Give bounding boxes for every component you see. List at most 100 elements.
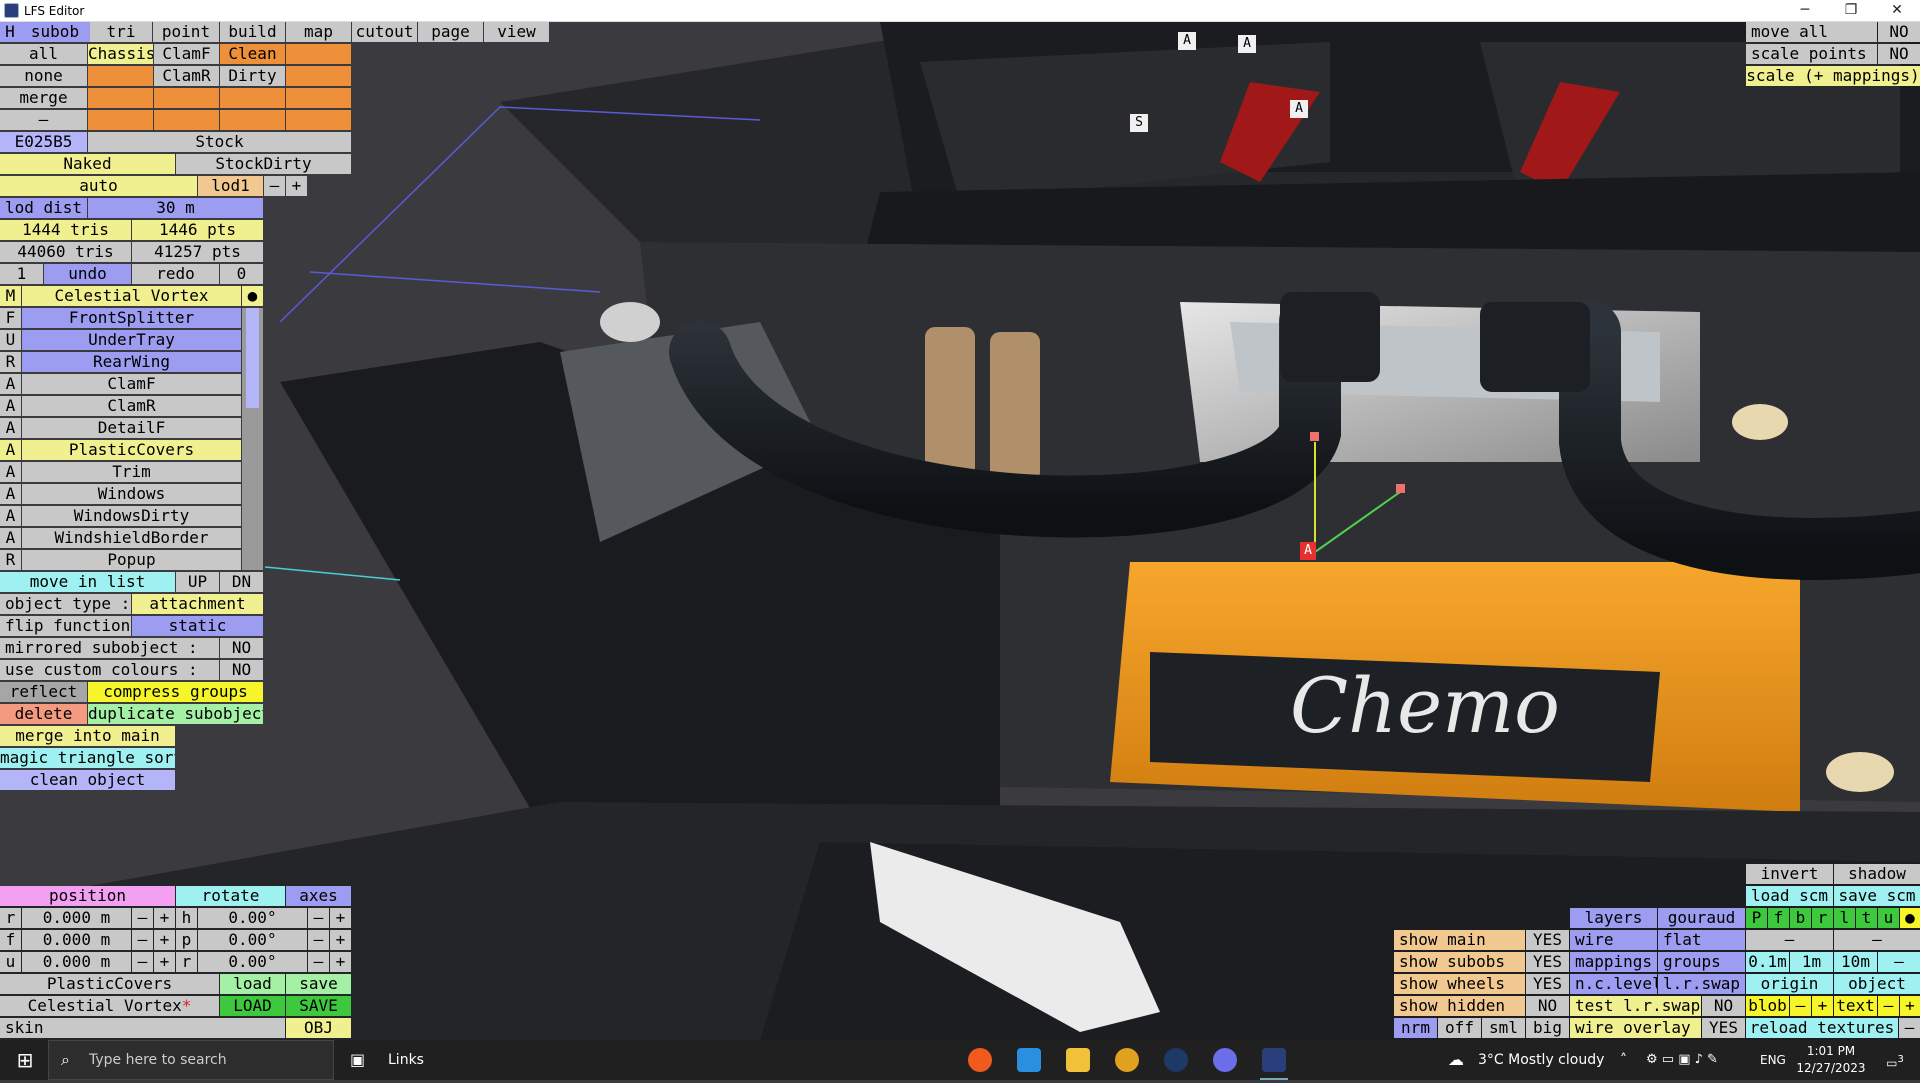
custom-colours-toggle[interactable]: NO	[220, 660, 263, 680]
list-item[interactable]: Trim	[22, 462, 241, 482]
magic-triangle-sort-button[interactable]: magic triangle sort	[0, 748, 175, 768]
rot-p-value[interactable]: 0.00°	[198, 930, 307, 950]
show-hidden-toggle[interactable]: NO	[1526, 996, 1569, 1016]
list-item[interactable]: WindshieldBorder	[22, 528, 241, 548]
blob-plus[interactable]: +	[1812, 996, 1833, 1016]
dirty-button[interactable]: Dirty	[220, 66, 285, 86]
color-slot[interactable]	[88, 110, 153, 130]
obj-export-button[interactable]: OBJ	[286, 1018, 351, 1038]
duplicate-subobject-button[interactable]: duplicate subobject	[88, 704, 263, 724]
list-item[interactable]: RearWing	[22, 352, 241, 372]
tab-build[interactable]: build	[220, 22, 285, 42]
list-item-selected[interactable]: PlasticCovers	[22, 440, 241, 460]
color-slot[interactable]	[286, 44, 351, 64]
clean-object-button[interactable]: clean object	[0, 770, 175, 790]
show-subobs-toggle[interactable]: YES	[1526, 952, 1569, 972]
show-main-toggle[interactable]: YES	[1526, 930, 1569, 950]
lod-minus-button[interactable]: –	[264, 176, 285, 196]
redo-button[interactable]: redo	[132, 264, 219, 284]
move-down-button[interactable]: DN	[220, 572, 263, 592]
blob-minus[interactable]: –	[1790, 996, 1811, 1016]
flat-button[interactable]: flat	[1658, 930, 1745, 950]
undo-button[interactable]: undo	[44, 264, 131, 284]
task-view-icon[interactable]: ▣	[350, 1040, 370, 1080]
save-object-button[interactable]: SAVE	[286, 996, 351, 1016]
rot-h-value[interactable]: 0.00°	[198, 908, 307, 928]
object-type-value[interactable]: attachment	[132, 594, 263, 614]
view-dot-icon[interactable]: ●	[1900, 908, 1920, 928]
select-all-button[interactable]: all	[0, 44, 87, 64]
mirrored-toggle[interactable]: NO	[220, 638, 263, 658]
wire-overlay-toggle[interactable]: YES	[1702, 1018, 1745, 1038]
step-10m[interactable]: 10m	[1834, 952, 1877, 972]
view-u[interactable]: u	[1878, 908, 1899, 928]
big-button[interactable]: big	[1526, 1018, 1569, 1038]
color-hex[interactable]: E025B5	[0, 132, 87, 152]
dash-button[interactable]: –	[1834, 930, 1920, 950]
merge-button[interactable]: merge	[0, 88, 87, 108]
tab-view[interactable]: view	[484, 22, 549, 42]
delete-button[interactable]: delete	[0, 704, 87, 724]
save-subobject-button[interactable]: save	[286, 974, 351, 994]
text-minus[interactable]: –	[1878, 996, 1899, 1016]
weather-text[interactable]: 3°C Mostly cloudy	[1478, 1040, 1604, 1080]
gouraud-button[interactable]: gouraud	[1658, 908, 1745, 928]
pos-u-minus[interactable]: –	[132, 952, 153, 972]
load-scm-button[interactable]: load scm	[1746, 886, 1833, 906]
rot-r-value[interactable]: 0.00°	[198, 952, 307, 972]
color-slot[interactable]	[88, 88, 153, 108]
file-explorer-icon[interactable]	[1066, 1048, 1090, 1072]
color-slot[interactable]	[154, 88, 219, 108]
marker-a[interactable]: A	[1290, 100, 1308, 118]
scrollbar-thumb[interactable]	[246, 308, 259, 408]
text-plus[interactable]: +	[1900, 996, 1920, 1016]
reload-dash[interactable]: –	[1899, 1018, 1920, 1038]
view-t[interactable]: t	[1856, 908, 1877, 928]
marker-s[interactable]: S	[1130, 114, 1148, 132]
color-slot[interactable]	[220, 110, 285, 130]
dash-button[interactable]: –	[1746, 930, 1833, 950]
rot-r-plus[interactable]: +	[330, 952, 351, 972]
close-button[interactable]: ✕	[1874, 0, 1920, 22]
lrswap-button[interactable]: l.r.swap	[1658, 974, 1745, 994]
lod-dist-value[interactable]: 30 m	[88, 198, 263, 218]
main-object-dot-icon[interactable]: ●	[242, 286, 263, 306]
view-f[interactable]: f	[1768, 908, 1789, 928]
notifications-icon[interactable]: ▭3	[1880, 1040, 1910, 1080]
origin-button[interactable]: origin	[1746, 974, 1833, 994]
chassis-button[interactable]: Chassis	[88, 44, 153, 64]
pos-f-plus[interactable]: +	[154, 930, 175, 950]
nclevel-button[interactable]: n.c.level	[1570, 974, 1657, 994]
color-slot[interactable]	[220, 88, 285, 108]
rot-p-plus[interactable]: +	[330, 930, 351, 950]
rot-r-minus[interactable]: –	[308, 952, 329, 972]
pos-f-value[interactable]: 0.000 m	[22, 930, 131, 950]
marker-a-selected[interactable]: A	[1300, 542, 1316, 560]
list-scrollbar[interactable]	[242, 308, 263, 570]
list-item[interactable]: UnderTray	[22, 330, 241, 350]
soundcloud-icon[interactable]	[968, 1048, 992, 1072]
list-item[interactable]: WindowsDirty	[22, 506, 241, 526]
dash-button[interactable]: –	[0, 110, 87, 130]
tab-subob[interactable]: subob	[20, 22, 90, 42]
off-button[interactable]: off	[1438, 1018, 1481, 1038]
color-slot[interactable]	[154, 110, 219, 130]
move-all-toggle[interactable]: NO	[1878, 22, 1920, 42]
clamr-button[interactable]: ClamR	[154, 66, 219, 86]
list-item[interactable]: DetailF	[22, 418, 241, 438]
pos-r-value[interactable]: 0.000 m	[22, 908, 131, 928]
main-object-name[interactable]: Celestial Vortex	[22, 286, 241, 306]
pos-u-value[interactable]: 0.000 m	[22, 952, 131, 972]
layers-button[interactable]: layers	[1570, 908, 1657, 928]
pos-r-plus[interactable]: +	[154, 908, 175, 928]
save-scm-button[interactable]: save scm	[1834, 886, 1920, 906]
h-button[interactable]: H	[0, 22, 20, 42]
view-b[interactable]: b	[1790, 908, 1811, 928]
pos-r-minus[interactable]: –	[132, 908, 153, 928]
viewport-3d[interactable]: Chemo A A A S A H subob tri point build …	[0, 22, 1920, 1040]
merge-into-main-button[interactable]: merge into main	[0, 726, 175, 746]
reflect-button[interactable]: reflect	[0, 682, 87, 702]
view-p[interactable]: P	[1746, 908, 1767, 928]
clamf-button[interactable]: ClamF	[154, 44, 219, 64]
load-subobject-button[interactable]: load	[220, 974, 285, 994]
